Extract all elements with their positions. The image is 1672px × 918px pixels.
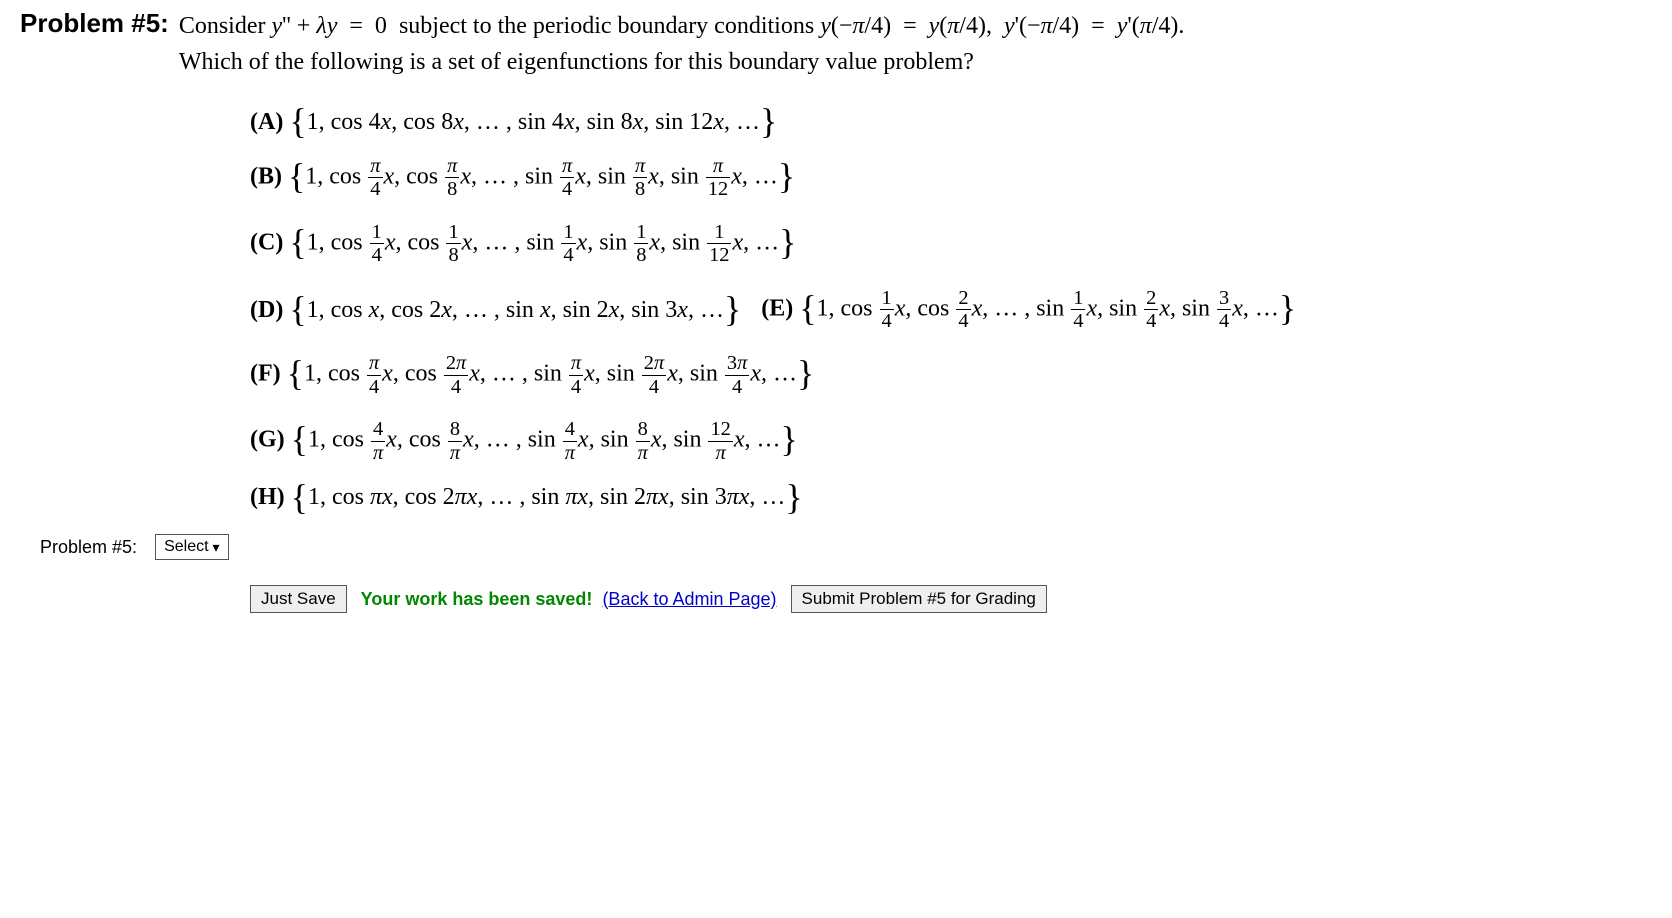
option-c: (C) {1, cos 14x, cos 18x, … , sin 14x, s… [250, 222, 796, 266]
option-g-label: (G) [250, 427, 285, 453]
answer-select[interactable]: Select [155, 534, 229, 560]
back-to-admin-link[interactable]: (Back to Admin Page) [602, 589, 776, 609]
problem-text-1: Consider [179, 13, 272, 39]
submit-for-grading-button[interactable]: Submit Problem #5 for Grading [791, 585, 1047, 613]
just-save-button[interactable]: Just Save [250, 585, 347, 613]
problem-number-label: Problem #5: [20, 8, 169, 39]
option-d: (D) {1, cos x, cos 2x, … , sin x, sin 2x… [250, 298, 741, 322]
answer-problem-label: Problem #5: [40, 537, 137, 558]
answer-row: Problem #5: Select [40, 534, 1652, 560]
option-a-label: (A) [250, 109, 283, 135]
problem-header: Problem #5: Consider y'' + λy = 0 subjec… [20, 8, 1652, 80]
problem-statement: Consider y'' + λy = 0 subject to the per… [179, 8, 1185, 80]
option-h-label: (H) [250, 484, 285, 510]
options-list: (A) {1, cos 4x, cos 8x, … , sin 4x, sin … [250, 110, 1652, 509]
option-c-label: (C) [250, 229, 283, 255]
option-e-label: (E) [761, 295, 793, 321]
option-a: (A) {1, cos 4x, cos 8x, … , sin 4x, sin … [250, 110, 777, 134]
saved-message: Your work has been saved! [361, 589, 593, 609]
option-b: (B) {1, cos π4x, cos π8x, … , sin π4x, s… [250, 156, 795, 200]
option-e: (E) {1, cos 14x, cos 24x, … , sin 14x, s… [761, 288, 1296, 332]
option-d-label: (D) [250, 297, 283, 323]
option-b-label: (B) [250, 163, 282, 189]
option-h: (H) {1, cos πx, cos 2πx, … , sin πx, sin… [250, 485, 803, 509]
option-f: (F) {1, cos π4x, cos 2π4x, … , sin π4x, … [250, 353, 814, 397]
problem-text-3: Which of the following is a set of eigen… [179, 49, 974, 75]
option-g: (G) {1, cos 4πx, cos 8πx, … , sin 4πx, s… [250, 419, 798, 463]
option-f-label: (F) [250, 361, 281, 387]
answer-select-text: Select [164, 538, 208, 556]
button-row: Just Save Your work has been saved! (Bac… [250, 585, 1652, 613]
problem-text-2: subject to the periodic boundary conditi… [399, 13, 820, 39]
